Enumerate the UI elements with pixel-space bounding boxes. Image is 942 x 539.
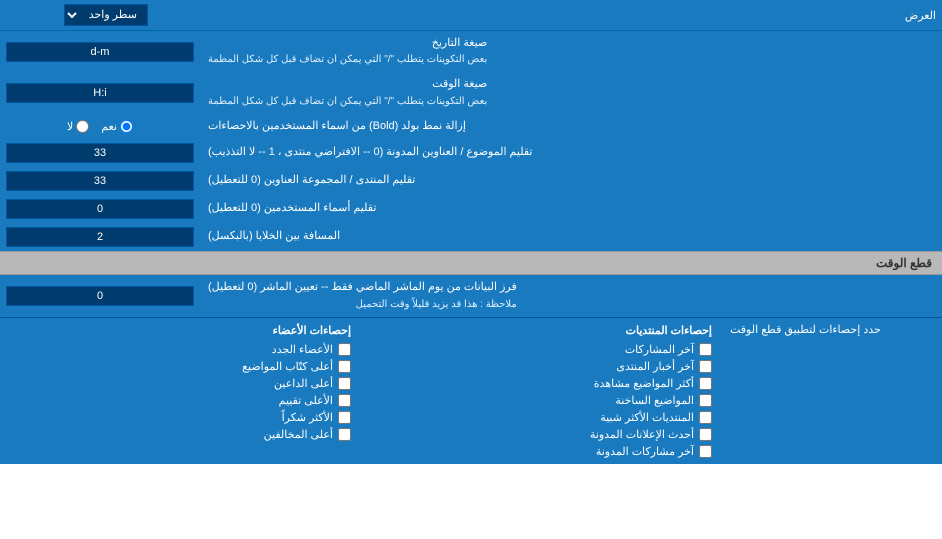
last-blog-posts-label: آخر مشاركات المدونة bbox=[596, 445, 694, 458]
top-topic-writers-item[interactable]: أعلى كتّاب المواضيع bbox=[10, 360, 351, 373]
hot-topics-checkbox[interactable] bbox=[699, 394, 712, 407]
last-posts-label: آخر المشاركات bbox=[625, 343, 694, 356]
usernames-label: تقليم أسماء المستخدمين (0 للتعطيل) bbox=[208, 201, 376, 216]
topic-titles-input-cell bbox=[0, 139, 200, 167]
most-similar-forums-label: المنتديات الأكثر شبية bbox=[600, 411, 694, 424]
time-format-input-cell bbox=[0, 72, 200, 113]
date-format-input-cell bbox=[0, 31, 200, 72]
cutoff-input[interactable] bbox=[6, 286, 194, 306]
hot-topics-label: المواضيع الساخنة bbox=[615, 394, 694, 407]
cell-padding-input[interactable] bbox=[6, 227, 194, 247]
hot-topics-item[interactable]: المواضيع الساخنة bbox=[371, 394, 712, 407]
last-blog-posts-item[interactable]: آخر مشاركات المدونة bbox=[371, 445, 712, 458]
forum-headers-row: تقليم المنتدى / المجموعة العناوين (0 للت… bbox=[0, 167, 942, 195]
cell-padding-input-cell bbox=[0, 223, 200, 251]
bold-remove-label: إزالة نمط بولد (Bold) من اسماء المستخدمي… bbox=[208, 119, 466, 134]
display-select-wrap: سطر واحدسطرينثلاثة أسطر bbox=[6, 4, 206, 26]
most-thanked-checkbox[interactable] bbox=[338, 411, 351, 424]
cutoff-header: قطع الوقت bbox=[0, 251, 942, 275]
bold-no-radio[interactable] bbox=[76, 120, 89, 133]
cutoff-label: فرز البيانات من يوم الماشر الماضي فقط --… bbox=[208, 280, 517, 295]
bold-yes-label[interactable]: نعم bbox=[101, 120, 133, 133]
latest-announcements-label: أحدث الإعلانات المدونة bbox=[590, 428, 694, 441]
date-format-label: صيغة التاريخ bbox=[208, 36, 487, 51]
top-rated-label: الأعلى تقييم bbox=[279, 394, 333, 407]
topic-titles-label: تقليم الموضوع / العناوين المدونة (0 -- ا… bbox=[208, 145, 532, 160]
last-news-item[interactable]: آخر أخبار المنتدى bbox=[371, 360, 712, 373]
forum-headers-label: تقليم المنتدى / المجموعة العناوين (0 للت… bbox=[208, 173, 415, 188]
last-posts-checkbox[interactable] bbox=[699, 343, 712, 356]
most-viewed-item[interactable]: أكثر المواضيع مشاهدة bbox=[371, 377, 712, 390]
topic-titles-row: تقليم الموضوع / العناوين المدونة (0 -- ا… bbox=[0, 139, 942, 167]
bold-yes-text: نعم bbox=[101, 120, 117, 133]
latest-announcements-item[interactable]: أحدث الإعلانات المدونة bbox=[371, 428, 712, 441]
date-format-input[interactable] bbox=[6, 42, 194, 62]
top-topic-writers-label: أعلى كتّاب المواضيع bbox=[242, 360, 333, 373]
forums-stats-header: إحصاءات المنتديات bbox=[371, 324, 712, 337]
forums-stats-col: إحصاءات المنتديات آخر المشاركات آخر أخبا… bbox=[361, 318, 722, 464]
top-callers-item[interactable]: أعلى الداعين bbox=[10, 377, 351, 390]
time-format-row: صيغة الوقت بعض التكوينات يتطلب "/" التي … bbox=[0, 72, 942, 113]
usernames-row: تقليم أسماء المستخدمين (0 للتعطيل) bbox=[0, 195, 942, 223]
time-format-input[interactable] bbox=[6, 83, 194, 103]
last-posts-item[interactable]: آخر المشاركات bbox=[371, 343, 712, 356]
display-label: العرض bbox=[206, 9, 936, 22]
most-viewed-checkbox[interactable] bbox=[699, 377, 712, 390]
cutoff-label-cell: فرز البيانات من يوم الماشر الماضي فقط --… bbox=[200, 275, 942, 316]
top-violators-item[interactable]: أعلى المخالفين bbox=[10, 428, 351, 441]
last-blog-posts-checkbox[interactable] bbox=[699, 445, 712, 458]
new-members-item[interactable]: الأعضاء الجدد bbox=[10, 343, 351, 356]
time-format-sublabel: بعض التكوينات يتطلب "/" التي يمكن ان تضا… bbox=[208, 95, 487, 109]
members-stats-col: إحصاءات الأعضاء الأعضاء الجدد أعلى كتّاب… bbox=[0, 318, 361, 464]
topic-titles-input[interactable] bbox=[6, 143, 194, 163]
forum-headers-input[interactable] bbox=[6, 171, 194, 191]
usernames-label-cell: تقليم أسماء المستخدمين (0 للتعطيل) bbox=[200, 195, 942, 223]
top-callers-label: أعلى الداعين bbox=[274, 377, 333, 390]
top-rated-checkbox[interactable] bbox=[338, 394, 351, 407]
date-format-label-cell: صيغة التاريخ بعض التكوينات يتطلب "/" الت… bbox=[200, 31, 942, 72]
most-similar-forums-item[interactable]: المنتديات الأكثر شبية bbox=[371, 411, 712, 424]
bold-remove-row: إزالة نمط بولد (Bold) من اسماء المستخدمي… bbox=[0, 114, 942, 139]
bold-remove-label-cell: إزالة نمط بولد (Bold) من اسماء المستخدمي… bbox=[200, 114, 942, 139]
latest-announcements-checkbox[interactable] bbox=[699, 428, 712, 441]
cutoff-sublabel: ملاحظة : هذا قد يزيد قليلاً وقت التحميل bbox=[208, 298, 517, 312]
lines-select[interactable]: سطر واحدسطرينثلاثة أسطر bbox=[64, 4, 148, 26]
bold-no-label[interactable]: لا bbox=[67, 120, 89, 133]
top-violators-checkbox[interactable] bbox=[338, 428, 351, 441]
bold-yes-radio[interactable] bbox=[120, 120, 133, 133]
forum-headers-label-cell: تقليم المنتدى / المجموعة العناوين (0 للت… bbox=[200, 167, 942, 195]
top-rated-item[interactable]: الأعلى تقييم bbox=[10, 394, 351, 407]
cell-padding-label-cell: المسافة بين الخلايا (بالبكسل) bbox=[200, 223, 942, 251]
forum-headers-input-cell bbox=[0, 167, 200, 195]
date-format-row: صيغة التاريخ بعض التكوينات يتطلب "/" الت… bbox=[0, 31, 942, 72]
checkbox-section: حدد إحصاءات لتطبيق قطع الوقت إحصاءات الم… bbox=[0, 317, 942, 464]
new-members-label: الأعضاء الجدد bbox=[272, 343, 333, 356]
time-format-label-cell: صيغة الوقت بعض التكوينات يتطلب "/" التي … bbox=[200, 72, 942, 113]
limit-label: حدد إحصاءات لتطبيق قطع الوقت bbox=[722, 318, 942, 464]
members-stats-header: إحصاءات الأعضاء bbox=[10, 324, 351, 337]
most-thanked-label: الأكثر شكراً bbox=[282, 411, 333, 424]
top-callers-checkbox[interactable] bbox=[338, 377, 351, 390]
last-news-label: آخر أخبار المنتدى bbox=[616, 360, 694, 373]
time-format-label: صيغة الوقت bbox=[208, 77, 487, 92]
topic-titles-label-cell: تقليم الموضوع / العناوين المدونة (0 -- ا… bbox=[200, 139, 942, 167]
bold-no-text: لا bbox=[67, 120, 73, 133]
cutoff-input-cell bbox=[0, 275, 200, 316]
usernames-input[interactable] bbox=[6, 199, 194, 219]
last-news-checkbox[interactable] bbox=[699, 360, 712, 373]
cell-padding-label: المسافة بين الخلايا (بالبكسل) bbox=[208, 229, 340, 244]
top-topic-writers-checkbox[interactable] bbox=[338, 360, 351, 373]
most-similar-forums-checkbox[interactable] bbox=[699, 411, 712, 424]
display-row: العرض سطر واحدسطرينثلاثة أسطر bbox=[0, 0, 942, 31]
new-members-checkbox[interactable] bbox=[338, 343, 351, 356]
usernames-input-cell bbox=[0, 195, 200, 223]
most-viewed-label: أكثر المواضيع مشاهدة bbox=[594, 377, 694, 390]
bold-remove-radio-cell: نعم لا bbox=[0, 114, 200, 139]
cutoff-row: فرز البيانات من يوم الماشر الماضي فقط --… bbox=[0, 275, 942, 316]
most-thanked-item[interactable]: الأكثر شكراً bbox=[10, 411, 351, 424]
top-violators-label: أعلى المخالفين bbox=[264, 428, 333, 441]
date-format-sublabel: بعض التكوينات يتطلب "/" التي يمكن ان تضا… bbox=[208, 53, 487, 67]
cell-padding-row: المسافة بين الخلايا (بالبكسل) bbox=[0, 223, 942, 251]
